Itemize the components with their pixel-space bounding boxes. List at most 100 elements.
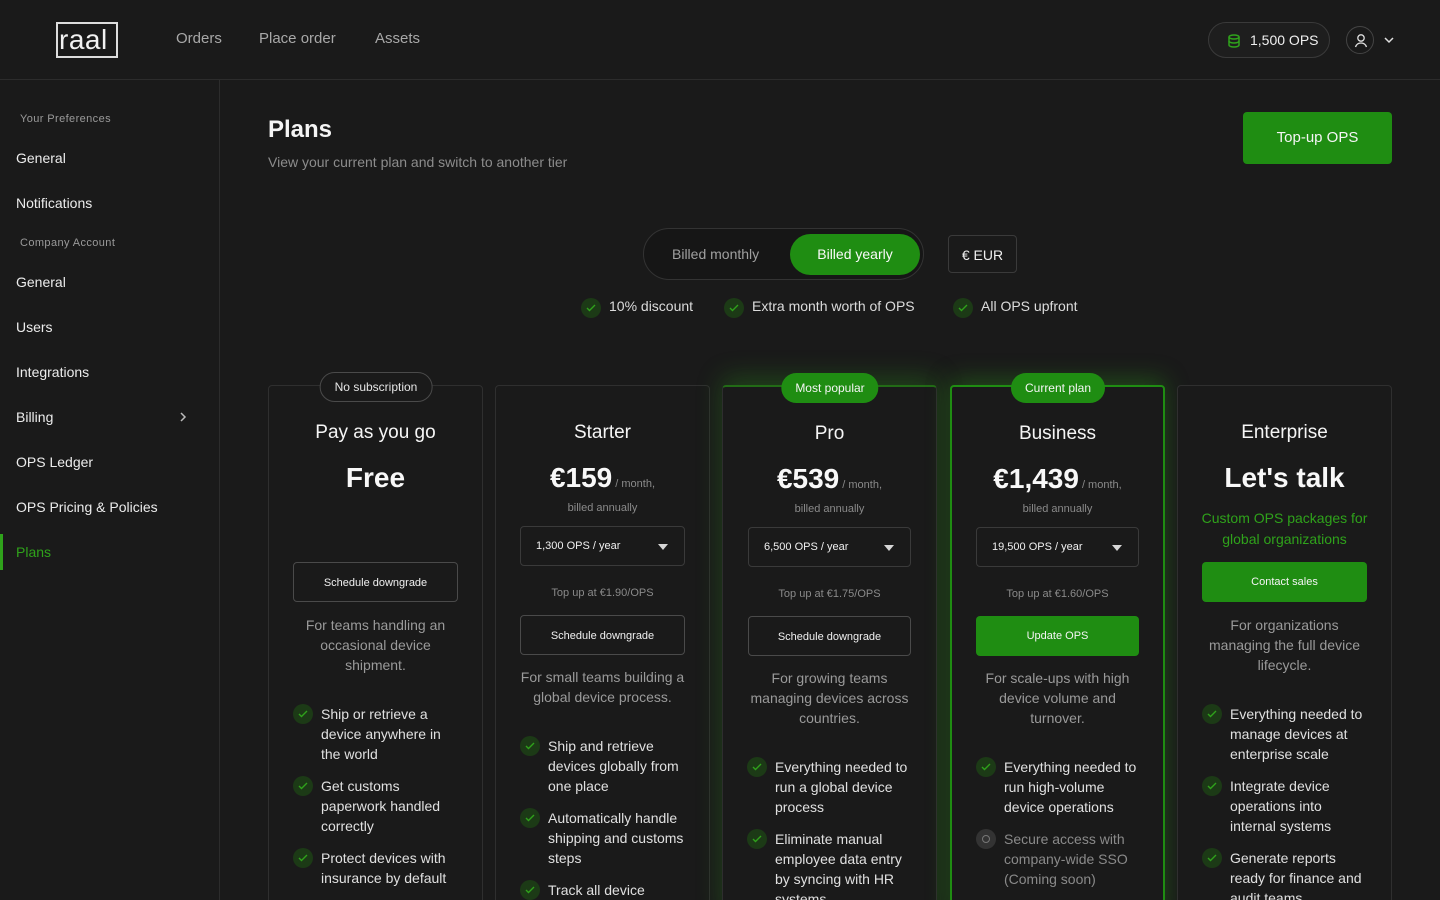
plan-period: / month,	[1081, 479, 1122, 491]
plan-description: For teams handling an occasional device …	[305, 617, 446, 673]
raal-logo[interactable]: raal	[56, 22, 118, 58]
sidebar-item-general[interactable]: General	[16, 150, 66, 166]
plan-tag: Most popular	[781, 373, 879, 403]
plan-feature: Ship or retrieve a device anywhere in th…	[293, 704, 462, 764]
billed-yearly-option[interactable]: Billed yearly	[790, 234, 920, 275]
billed-note: billed annually	[1022, 503, 1093, 515]
sidebar-item-notifications[interactable]: Notifications	[16, 195, 92, 211]
user-icon	[1354, 34, 1368, 48]
plan-period: / month,	[842, 479, 883, 491]
feature-text: Everything needed to manage devices at e…	[1230, 706, 1363, 762]
feature-text: Everything needed to run high-volume dev…	[1004, 759, 1137, 815]
sidebar-group-preferences: Your Preferences	[20, 113, 111, 125]
chevron-right-icon[interactable]	[178, 410, 188, 424]
check-icon	[293, 776, 313, 796]
ops-volume-select[interactable]: 19,500 OPS / year	[976, 527, 1139, 567]
plan-card-starter: Starter €159/ month, billed annually 1,3…	[495, 385, 710, 900]
user-avatar[interactable]	[1346, 26, 1374, 54]
sidebar-item-company-general[interactable]: General	[16, 274, 66, 290]
check-icon	[293, 704, 313, 724]
coins-icon	[1228, 34, 1240, 48]
billed-note: billed annually	[794, 503, 865, 515]
billing-period-toggle: Billed monthly Billed yearly	[643, 228, 924, 280]
ops-volume-select[interactable]: 1,300 OPS / year	[520, 526, 685, 566]
page-title: Plans	[268, 116, 333, 143]
check-icon	[747, 757, 767, 777]
feature-text: Automatically handle shipping and custom…	[548, 810, 684, 866]
feature-text: Eliminate manual employee data entry by …	[775, 831, 902, 900]
plan-feature-coming-soon: Secure access with company-wide SSO (Com…	[976, 829, 1143, 889]
caret-down-icon	[1112, 545, 1122, 551]
plan-feature: Eliminate manual employee data entry by …	[747, 829, 916, 900]
sidebar-item-plans[interactable]: Plans	[16, 544, 51, 560]
topup-rate: Top up at €1.90/OPS	[551, 587, 654, 599]
sidebar-item-users[interactable]: Users	[16, 319, 53, 335]
check-icon	[520, 808, 540, 828]
check-icon	[520, 736, 540, 756]
check-icon	[724, 298, 744, 318]
schedule-downgrade-button[interactable]: Schedule downgrade	[293, 562, 458, 602]
currency-selector[interactable]: € EUR	[948, 235, 1017, 273]
plan-description: For scale-ups with high device volume an…	[985, 670, 1130, 726]
plan-card-enterprise: Enterprise Let's talk Custom OPS package…	[1177, 385, 1392, 900]
benefit-label: All OPS upfront	[981, 298, 1078, 314]
benefit-label: 10% discount	[609, 298, 694, 314]
check-icon	[1202, 848, 1222, 868]
check-icon	[953, 298, 973, 318]
sidebar-item-billing[interactable]: Billing	[16, 409, 53, 425]
topup-rate: Top up at €1.60/OPS	[1006, 588, 1109, 600]
billed-monthly-option[interactable]: Billed monthly	[672, 246, 759, 262]
schedule-downgrade-button[interactable]: Schedule downgrade	[748, 616, 911, 656]
plan-feature: Get customs paperwork handled correctly	[293, 776, 462, 836]
plan-feature: Generate reports ready for finance and a…	[1202, 848, 1371, 900]
contact-sales-button[interactable]: Contact sales	[1202, 562, 1367, 602]
plan-price-row: €539/ month,	[723, 463, 936, 495]
feature-text: Ship and retrieve devices globally from …	[548, 738, 679, 794]
plan-card-payg: No subscription Pay as you go Free Sched…	[268, 372, 483, 900]
page-subtitle: View your current plan and switch to ano…	[268, 154, 568, 170]
nav-place-order[interactable]: Place order	[259, 30, 336, 47]
sidebar-item-ops-ledger[interactable]: OPS Ledger	[16, 454, 93, 470]
plan-description: For growing teams managing devices acros…	[750, 670, 909, 726]
plan-name: Pro	[814, 423, 845, 444]
nav-orders[interactable]: Orders	[176, 30, 222, 47]
check-icon	[747, 829, 767, 849]
feature-text: Ship or retrieve a device anywhere in th…	[321, 706, 441, 762]
feature-text: Track all device	[548, 882, 645, 898]
caret-down-icon	[658, 544, 668, 550]
check-icon	[1202, 704, 1222, 724]
ops-balance-value: 1,500 OPS	[1250, 32, 1319, 48]
update-ops-button[interactable]: Update OPS	[976, 616, 1139, 656]
chevron-down-icon[interactable]	[1382, 30, 1396, 50]
feature-text: Generate reports ready for finance and a…	[1230, 850, 1362, 900]
schedule-downgrade-button[interactable]: Schedule downgrade	[520, 615, 685, 655]
plan-price-row: €159/ month,	[496, 462, 709, 494]
plan-tag: No subscription	[319, 372, 433, 402]
plan-price: Free	[345, 462, 406, 493]
ops-volume-value: 19,500 OPS / year	[992, 541, 1083, 553]
plan-feature: Track all device	[520, 880, 689, 900]
sidebar-item-integrations[interactable]: Integrations	[16, 364, 89, 380]
plan-price: Let's talk	[1224, 462, 1345, 493]
enterprise-note: Custom OPS packages for global organizat…	[1201, 510, 1368, 547]
check-icon	[581, 298, 601, 318]
feature-text: Protect devices with insurance by defaul…	[321, 850, 447, 886]
plan-tag: Current plan	[1010, 373, 1106, 403]
check-icon	[293, 848, 313, 868]
ops-volume-value: 1,300 OPS / year	[536, 540, 621, 552]
plan-card-business: Current plan Business €1,439/ month, bil…	[950, 373, 1165, 900]
feature-text: Secure access with company-wide SSO (Com…	[1004, 831, 1128, 887]
ops-volume-select[interactable]: 6,500 OPS / year	[748, 527, 911, 567]
topup-ops-button[interactable]: Top-up OPS	[1243, 112, 1392, 164]
feature-text: Get customs paperwork handled correctly	[321, 778, 441, 834]
ops-balance-pill[interactable]: 1,500 OPS	[1208, 22, 1330, 58]
top-bar: raal Orders Place order Assets 1,500 OPS	[0, 0, 1440, 80]
feature-text: Everything needed to run a global device…	[775, 759, 908, 815]
plan-feature: Everything needed to manage devices at e…	[1202, 704, 1371, 764]
topup-rate: Top up at €1.75/OPS	[778, 588, 881, 600]
sidebar: Your Preferences General Notifications C…	[0, 80, 220, 900]
nav-assets[interactable]: Assets	[375, 30, 420, 47]
plan-feature: Automatically handle shipping and custom…	[520, 808, 689, 868]
sidebar-item-ops-pricing[interactable]: OPS Pricing & Policies	[16, 499, 158, 515]
plan-feature: Everything needed to run high-volume dev…	[976, 757, 1143, 817]
